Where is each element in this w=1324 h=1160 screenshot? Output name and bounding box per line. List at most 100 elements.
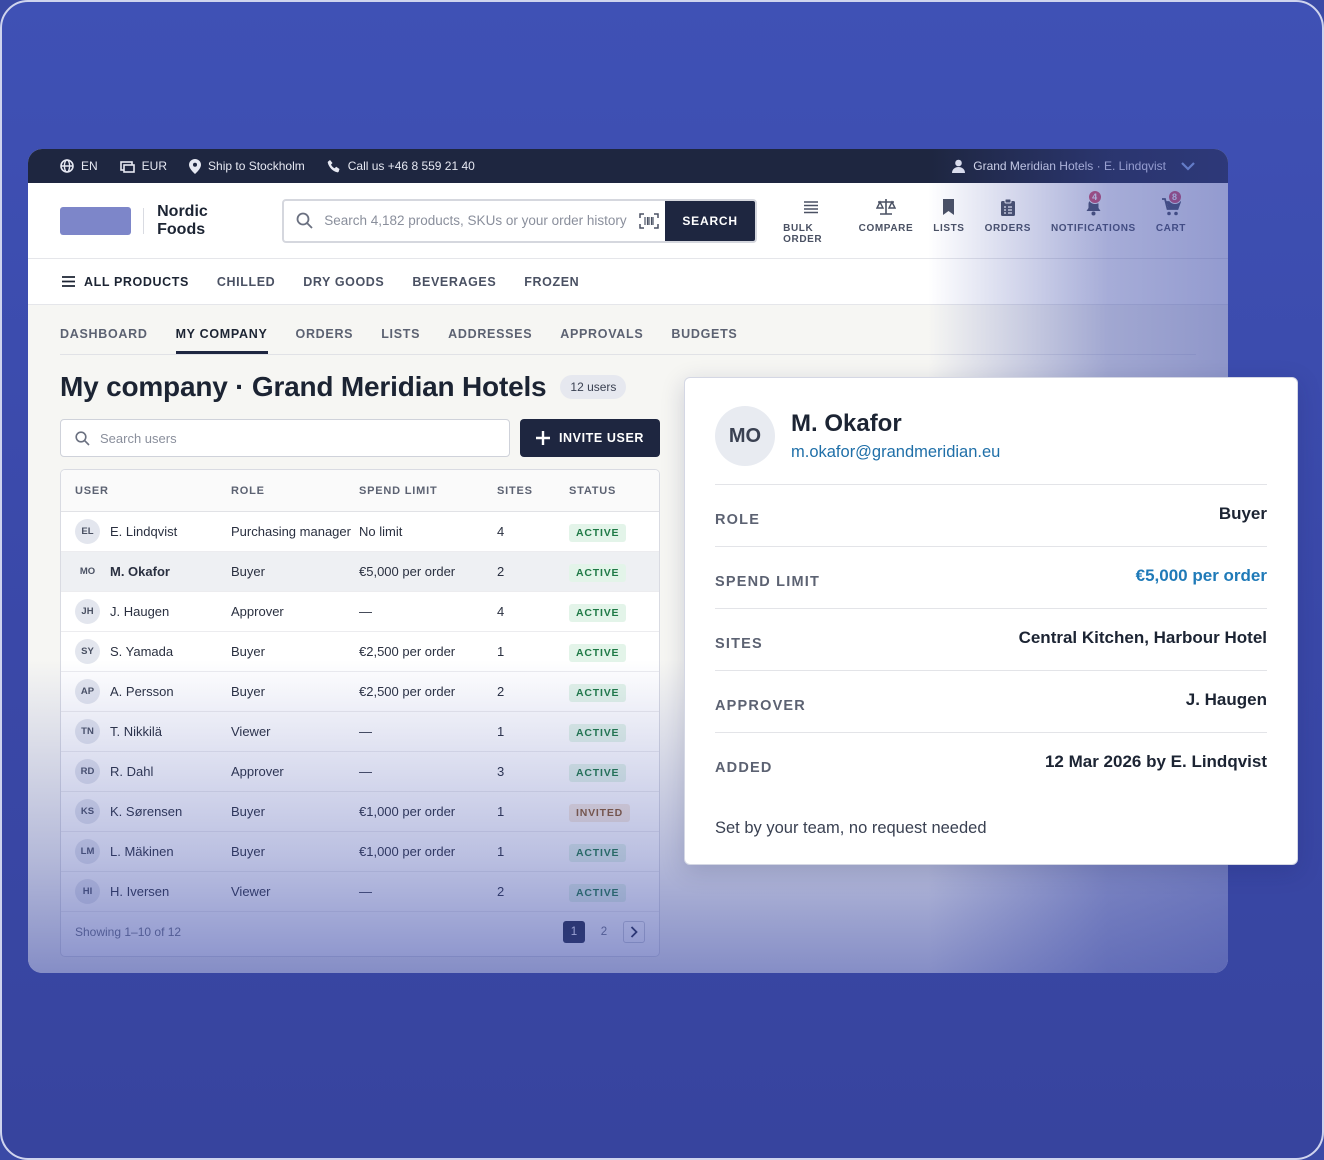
avatar: MO bbox=[715, 406, 775, 466]
cart-link[interactable]: 8 CART bbox=[1146, 190, 1196, 245]
sites-cell: 1 bbox=[497, 724, 505, 739]
orders-link[interactable]: ORDERS bbox=[975, 196, 1041, 245]
page-2-button[interactable]: 2 bbox=[593, 921, 615, 943]
tab-budgets[interactable]: BUDGETS bbox=[671, 327, 737, 354]
ship-to-selector[interactable]: Ship to Stockholm bbox=[189, 158, 305, 174]
table-row[interactable]: RD R. Dahl Approver — 3 ACTIVE bbox=[61, 752, 659, 792]
pagination-summary: Showing 1–10 of 12 bbox=[75, 925, 182, 939]
table-row[interactable]: MO M. Okafor Buyer €5,000 per order 2 ACTIVE bbox=[61, 552, 659, 592]
tab-orders[interactable]: ORDERS bbox=[296, 327, 354, 354]
sites-cell: 2 bbox=[497, 684, 505, 699]
user-cell: HI H. Iversen bbox=[61, 879, 231, 904]
company-logo[interactable] bbox=[60, 206, 132, 235]
column-user[interactable]: USER bbox=[61, 485, 231, 497]
user-cell: EL E. Lindqvist bbox=[61, 519, 231, 544]
category-beverages[interactable]: BEVERAGES bbox=[412, 275, 496, 289]
table-row[interactable]: LM L. Mäkinen Buyer €1,000 per order 1 ACTIVE bbox=[61, 832, 659, 872]
table-row[interactable]: AP A. Persson Buyer €2,500 per order 2 ACTIVE bbox=[61, 672, 659, 712]
account-tabs: DASHBOARD MY COMPANY ORDERS LISTS ADDRES… bbox=[60, 305, 1196, 355]
status-cell: ACTIVE bbox=[569, 524, 659, 542]
language-selector[interactable]: EN bbox=[60, 159, 98, 173]
sites-cell: 1 bbox=[497, 644, 505, 659]
header-nav: BULK ORDER COMPARE LISTS ORDERS 4 NOTIFI… bbox=[773, 190, 1196, 245]
next-page-button[interactable] bbox=[623, 921, 645, 943]
barcode-scan-icon[interactable] bbox=[639, 212, 659, 229]
table-row[interactable]: SY S. Yamada Buyer €2,500 per order 1 ACTIVE bbox=[61, 632, 659, 672]
column-role[interactable]: ROLE bbox=[231, 485, 359, 497]
user-detail-name: M. Okafor bbox=[791, 410, 902, 437]
user-search-field[interactable]: Search users bbox=[60, 419, 510, 457]
page-header: My company · Grand Meridian Hotels 12 us… bbox=[60, 371, 627, 403]
cart-label: CART bbox=[1155, 223, 1186, 234]
table-row[interactable]: KS K. Sørensen Buyer €1,000 per order 1 INVIT… bbox=[61, 792, 659, 832]
spend-limit-cell: €2,500 per order bbox=[359, 684, 456, 699]
status-badge: ACTIVE bbox=[569, 724, 627, 742]
tab-my-company[interactable]: MY COMPANY bbox=[175, 327, 268, 354]
compare-label: COMPARE bbox=[858, 223, 914, 234]
spend-limit-cell: — bbox=[359, 884, 372, 899]
detail-value-spend-limit[interactable]: €5,000 per order bbox=[1136, 566, 1267, 586]
role-cell: Viewer bbox=[231, 724, 271, 739]
search-button[interactable]: SEARCH bbox=[665, 200, 756, 241]
avatar: EL bbox=[75, 519, 100, 544]
status-cell: ACTIVE bbox=[569, 644, 659, 662]
status-badge: ACTIVE bbox=[569, 644, 627, 662]
currency-selector[interactable]: EUR bbox=[119, 159, 167, 173]
role-cell: Purchasing manager bbox=[231, 524, 351, 539]
page-1-button[interactable]: 1 bbox=[563, 921, 585, 943]
invite-user-button[interactable]: INVITE USER bbox=[520, 419, 660, 457]
all-products-menu[interactable]: ALL PRODUCTS bbox=[62, 275, 189, 289]
category-dry-goods[interactable]: DRY GOODS bbox=[303, 275, 384, 289]
detail-value-approver: J. Haugen bbox=[1185, 689, 1267, 709]
chevron-down-icon bbox=[1181, 162, 1195, 171]
compare-link[interactable]: COMPARE bbox=[849, 196, 924, 245]
user-detail-panel: MO M. Okafor m.okafor@grandmeridian.eu R… bbox=[684, 377, 1298, 865]
status-cell: ACTIVE bbox=[569, 684, 659, 702]
phone-icon bbox=[327, 160, 340, 173]
bulk-order-link[interactable]: BULK ORDER bbox=[773, 196, 849, 245]
user-name: R. Dahl bbox=[110, 764, 154, 779]
tab-dashboard[interactable]: DASHBOARD bbox=[60, 327, 148, 354]
lists-link[interactable]: LISTS bbox=[923, 196, 974, 245]
table-row[interactable]: EL E. Lindqvist Purchasing manager No limit… bbox=[61, 512, 659, 552]
category-frozen[interactable]: FROZEN bbox=[524, 275, 579, 289]
notifications-link[interactable]: 4 NOTIFICATIONS bbox=[1041, 190, 1146, 245]
table-body: EL E. Lindqvist Purchasing manager No limit… bbox=[61, 512, 659, 912]
tab-addresses[interactable]: ADDRESSES bbox=[448, 327, 532, 354]
orders-label: ORDERS bbox=[984, 223, 1031, 234]
table-row[interactable]: HI H. Iversen Viewer — 2 ACTIVE bbox=[61, 872, 659, 912]
user-cell: SY S. Yamada bbox=[61, 639, 231, 664]
status-badge: ACTIVE bbox=[569, 524, 627, 542]
table-row[interactable]: JH J. Haugen Approver — 4 ACTIVE bbox=[61, 592, 659, 632]
column-sites[interactable]: SITES bbox=[497, 485, 569, 497]
product-search-input[interactable]: Search 4,182 products, SKUs or your orde… bbox=[324, 213, 633, 228]
account-label: Grand Meridian Hotels · E. Lindqvist bbox=[973, 159, 1166, 173]
avatar: HI bbox=[75, 879, 100, 904]
detail-label-spend-limit: SPEND LIMIT bbox=[715, 573, 821, 590]
column-status[interactable]: STATUS bbox=[569, 485, 659, 497]
spend-limit-cell: €1,000 per order bbox=[359, 804, 456, 819]
category-chilled[interactable]: CHILLED bbox=[217, 275, 275, 289]
user-cell: AP A. Persson bbox=[61, 679, 231, 704]
user-cell: RD R. Dahl bbox=[61, 759, 231, 784]
avatar: AP bbox=[75, 679, 100, 704]
call-link[interactable]: Call us +46 8 559 21 40 bbox=[327, 159, 475, 173]
table-row[interactable]: TN T. Nikkilä Viewer — 1 ACTIVE bbox=[61, 712, 659, 752]
sites-cell: 4 bbox=[497, 524, 505, 539]
detail-label-approver: APPROVER bbox=[715, 697, 806, 714]
detail-value-role: Buyer bbox=[1218, 503, 1267, 523]
status-badge: ACTIVE bbox=[569, 844, 627, 862]
account-menu[interactable]: Grand Meridian Hotels · E. Lindqvist bbox=[952, 159, 1196, 173]
invite-user-label: INVITE USER bbox=[558, 431, 645, 445]
user-name: E. Lindqvist bbox=[110, 524, 178, 539]
user-name: L. Mäkinen bbox=[110, 844, 174, 859]
role-cell: Approver bbox=[231, 764, 284, 779]
column-spend-limit[interactable]: SPEND LIMIT bbox=[359, 485, 497, 497]
tab-approvals[interactable]: APPROVALS bbox=[560, 327, 643, 354]
location-pin-icon bbox=[189, 158, 202, 174]
spend-limit-cell: €5,000 per order bbox=[359, 564, 456, 579]
user-icon bbox=[952, 159, 966, 173]
tab-lists[interactable]: LISTS bbox=[381, 327, 420, 354]
user-detail-email[interactable]: m.okafor@grandmeridian.eu bbox=[791, 443, 1000, 462]
sites-cell: 3 bbox=[497, 764, 505, 779]
